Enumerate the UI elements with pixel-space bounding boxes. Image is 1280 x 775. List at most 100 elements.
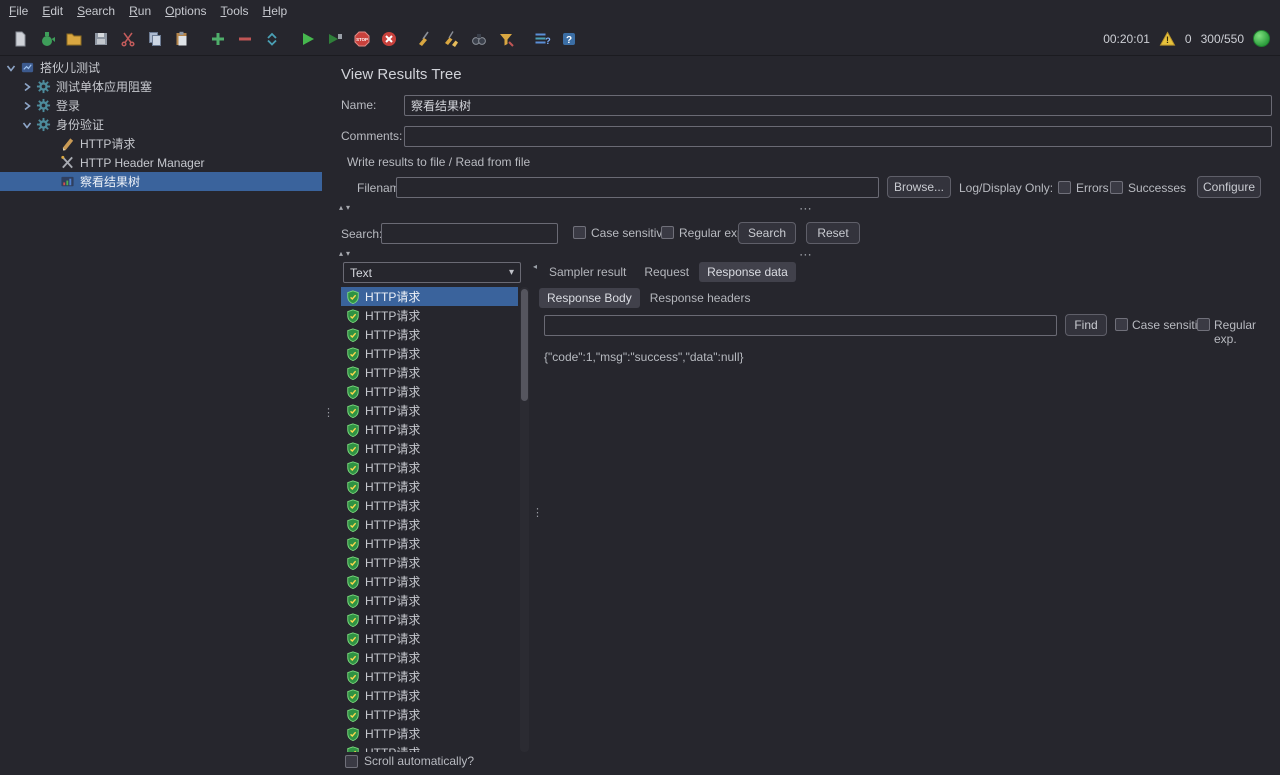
result-item-label: HTTP请求	[365, 461, 421, 475]
tree-node-test-plan[interactable]: 搭伙儿测试	[0, 58, 322, 77]
results-scrollbar[interactable]	[520, 287, 529, 752]
search-reset-icon[interactable]	[492, 25, 519, 53]
splitter-collapse-icons[interactable]: ▴▾	[339, 249, 353, 258]
clear-all-icon[interactable]	[438, 25, 465, 53]
errors-checkbox[interactable]	[1058, 181, 1071, 194]
clear-icon[interactable]	[411, 25, 438, 53]
result-tree-item[interactable]: HTTP请求	[341, 496, 518, 515]
tree-node-http-request[interactable]: HTTP请求	[0, 134, 322, 153]
chevron-down-icon[interactable]	[20, 120, 34, 130]
find-input[interactable]	[544, 315, 1057, 336]
splitter-grip-icon[interactable]: ⋮	[532, 506, 543, 519]
copy-icon[interactable]	[141, 25, 168, 53]
search-case-sensitive-checkbox[interactable]	[573, 226, 586, 239]
search-regex-checkbox[interactable]	[661, 226, 674, 239]
menu-item[interactable]: Run	[122, 2, 158, 20]
result-tree-item[interactable]: HTTP请求	[341, 648, 518, 667]
reset-button[interactable]: Reset	[806, 222, 860, 244]
warning-icon[interactable]: !	[1159, 30, 1176, 47]
search-input[interactable]	[381, 223, 558, 244]
start-icon[interactable]	[294, 25, 321, 53]
tab-request[interactable]: Request	[636, 262, 697, 282]
paste-icon[interactable]	[168, 25, 195, 53]
result-tree-item[interactable]: HTTP请求	[341, 420, 518, 439]
result-tree-item[interactable]: HTTP请求	[341, 325, 518, 344]
menu-item[interactable]: File	[2, 2, 35, 20]
filename-input[interactable]	[396, 177, 879, 198]
browse-button[interactable]: Browse...	[887, 176, 951, 198]
tab-response-headers[interactable]: Response headers	[642, 288, 759, 308]
menu-item[interactable]: Options	[158, 2, 213, 20]
tree-node-thread-group-3[interactable]: 身份验证	[0, 115, 322, 134]
result-tree-item[interactable]: HTTP请求	[341, 344, 518, 363]
results-scrollbar-thumb[interactable]	[521, 289, 528, 401]
collapse-all-icon[interactable]	[231, 25, 258, 53]
find-button[interactable]: Find	[1065, 314, 1107, 336]
result-tree-item[interactable]: HTTP请求	[341, 439, 518, 458]
tree-node-thread-group-2[interactable]: 登录	[0, 96, 322, 115]
save-icon[interactable]	[87, 25, 114, 53]
function-helper-icon[interactable]: ?	[528, 25, 555, 53]
toggle-icon[interactable]	[258, 25, 285, 53]
splitter-collapse-icons[interactable]: ▴▾	[339, 203, 353, 212]
new-icon[interactable]	[6, 25, 33, 53]
tree-node-http-header-manager[interactable]: HTTP Header Manager	[0, 153, 322, 172]
tab-response-data[interactable]: Response data	[699, 262, 796, 282]
configure-button[interactable]: Configure	[1197, 176, 1261, 198]
start-no-timers-icon[interactable]	[321, 25, 348, 53]
horizontal-splitter-2[interactable]: ▴▾ ⋯	[331, 248, 1280, 261]
find-regex-checkbox[interactable]	[1197, 318, 1210, 331]
splitter-grip-icon[interactable]: ⋯	[799, 202, 812, 215]
menu-item[interactable]: Edit	[35, 2, 70, 20]
result-tree-item[interactable]: HTTP请求	[341, 553, 518, 572]
result-tree-item[interactable]: HTTP请求	[341, 477, 518, 496]
result-tree-item[interactable]: HTTP请求	[341, 363, 518, 382]
result-tree-item[interactable]: HTTP请求	[341, 667, 518, 686]
splitter-collapse-left-icon[interactable]: ◂	[533, 262, 537, 271]
stop-icon[interactable]: STOP	[348, 25, 375, 53]
comments-input[interactable]	[404, 126, 1272, 147]
result-tree-item[interactable]: HTTP请求	[341, 686, 518, 705]
result-tree-item[interactable]: HTTP请求	[341, 382, 518, 401]
result-tree-item[interactable]: HTTP请求	[341, 743, 518, 752]
result-tree-item[interactable]: HTTP请求	[341, 610, 518, 629]
tree-main-splitter[interactable]: ⋮	[322, 56, 334, 775]
expand-all-icon[interactable]	[204, 25, 231, 53]
tab-response-body[interactable]: Response Body	[539, 288, 640, 308]
menu-item[interactable]: Search	[70, 2, 122, 20]
splitter-grip-icon[interactable]: ⋯	[799, 248, 812, 261]
help-icon[interactable]: ?	[555, 25, 582, 53]
templates-icon[interactable]	[33, 25, 60, 53]
open-icon[interactable]	[60, 25, 87, 53]
result-tree-item[interactable]: HTTP请求	[341, 591, 518, 610]
find-case-sensitive-checkbox[interactable]	[1115, 318, 1128, 331]
name-input[interactable]	[404, 95, 1272, 116]
result-tree-item[interactable]: HTTP请求	[341, 306, 518, 325]
result-tree-item[interactable]: HTTP请求	[341, 287, 518, 306]
result-tree-item[interactable]: HTTP请求	[341, 515, 518, 534]
tab-sampler-result[interactable]: Sampler result	[541, 262, 634, 282]
search-button[interactable]: Search	[738, 222, 796, 244]
cut-icon[interactable]	[114, 25, 141, 53]
menu-item[interactable]: Help	[256, 2, 295, 20]
result-tree-item[interactable]: HTTP请求	[341, 401, 518, 420]
chevron-down-icon[interactable]	[4, 63, 18, 73]
thread-counts[interactable]: 300/550	[1201, 32, 1244, 46]
result-tree-item[interactable]: HTTP请求	[341, 572, 518, 591]
shutdown-icon[interactable]	[375, 25, 402, 53]
search-icon[interactable]	[465, 25, 492, 53]
tree-node-thread-group-1[interactable]: 测试单体应用阻塞	[0, 77, 322, 96]
result-tree-item[interactable]: HTTP请求	[341, 629, 518, 648]
result-tree-item[interactable]: HTTP请求	[341, 458, 518, 477]
result-tree-item[interactable]: HTTP请求	[341, 534, 518, 553]
result-tree-item[interactable]: HTTP请求	[341, 705, 518, 724]
tree-node-view-results-tree[interactable]: 察看结果树	[0, 172, 322, 191]
menu-item[interactable]: Tools	[214, 2, 256, 20]
horizontal-splitter-1[interactable]: ▴▾ ⋯	[331, 202, 1280, 215]
chevron-right-icon[interactable]	[20, 82, 34, 92]
results-view-selector[interactable]: Text ▾	[343, 262, 521, 283]
chevron-right-icon[interactable]	[20, 101, 34, 111]
result-tree-item[interactable]: HTTP请求	[341, 724, 518, 743]
successes-checkbox[interactable]	[1110, 181, 1123, 194]
scroll-automatically-checkbox[interactable]	[345, 754, 358, 768]
